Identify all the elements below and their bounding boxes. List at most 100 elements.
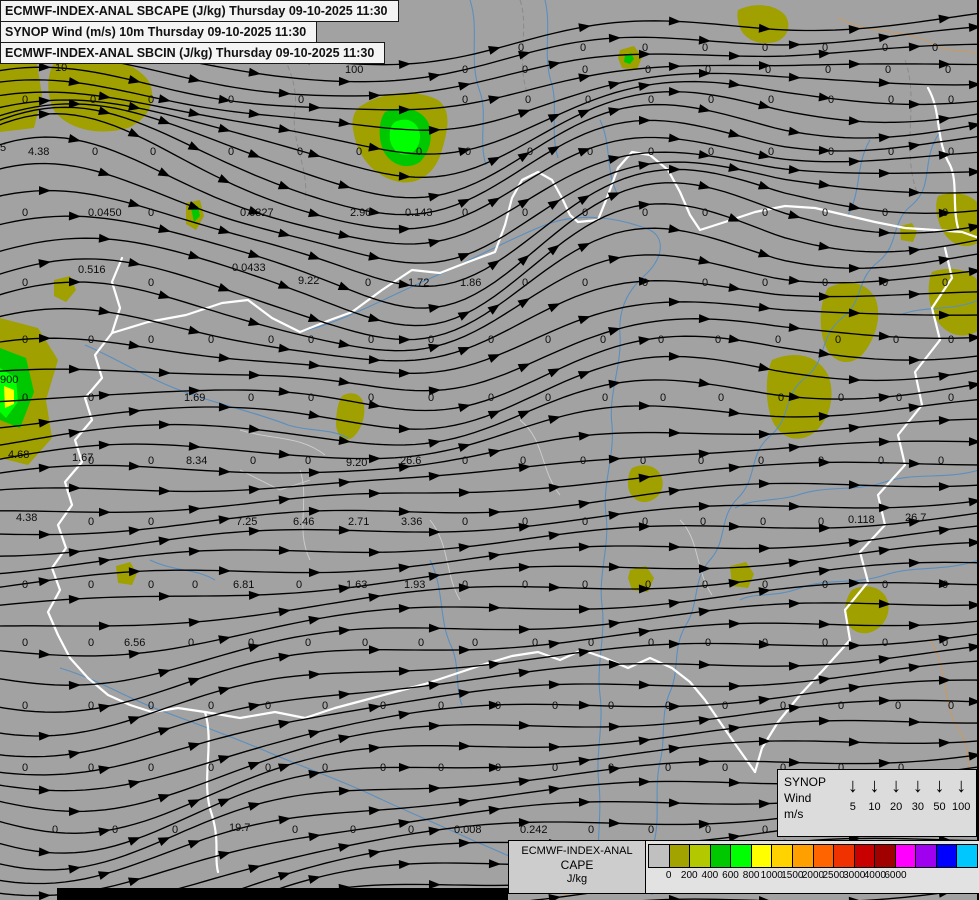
streamline-arrowhead-icon bbox=[68, 806, 81, 816]
streamline-arrowhead-icon bbox=[578, 73, 591, 83]
streamline-arrowhead-icon bbox=[878, 503, 891, 513]
streamline-arrowhead-icon bbox=[368, 849, 381, 858]
streamline-arrowhead-icon bbox=[758, 479, 771, 489]
weather-map: 4.38 5 10 100 0.0450 0.0327 2.90 0.143 0.516 0.04… bbox=[0, 0, 979, 900]
streamline-arrowhead-icon bbox=[398, 603, 411, 613]
streamline-arrowhead-icon bbox=[158, 94, 171, 104]
streamline-arrowhead-icon bbox=[308, 208, 321, 218]
streamline-arrowhead-icon bbox=[758, 799, 771, 809]
streamline-arrowhead-icon bbox=[398, 60, 411, 69]
streamline-arrowhead-icon bbox=[158, 420, 171, 430]
map-canvas bbox=[0, 0, 979, 900]
cape-color-cell bbox=[916, 845, 937, 867]
streamline-arrowhead-icon bbox=[188, 504, 201, 514]
streamline-arrowhead-icon bbox=[668, 702, 681, 712]
streamline-arrowhead-icon bbox=[547, 303, 561, 313]
streamline-arrowhead-icon bbox=[728, 282, 741, 292]
cape-tick-label: 800 bbox=[742, 870, 760, 881]
streamline-arrowhead-icon bbox=[788, 501, 801, 511]
streamline-arrowhead-icon bbox=[848, 538, 861, 548]
streamline-arrowhead-icon bbox=[758, 61, 771, 71]
streamline-arrowhead-icon bbox=[728, 463, 741, 473]
streamline-arrowhead-icon bbox=[758, 639, 771, 649]
streamline-arrowhead-icon bbox=[698, 255, 711, 265]
wind-arrow-icon: ↓ bbox=[847, 775, 858, 797]
streamline-arrowhead-icon bbox=[518, 562, 531, 572]
streamline-arrowhead-icon bbox=[308, 729, 321, 739]
streamline-arrowhead-icon bbox=[337, 281, 351, 291]
streamline-arrowhead-icon bbox=[38, 731, 51, 741]
streamline-arrowhead-icon bbox=[848, 683, 861, 693]
streamline-arrowhead-icon bbox=[608, 722, 621, 732]
streamline-arrowhead-icon bbox=[98, 621, 111, 631]
streamline-arrowhead-icon bbox=[188, 386, 201, 396]
streamline-arrowhead-icon bbox=[278, 124, 291, 134]
streamline-arrowhead-icon bbox=[457, 347, 471, 356]
streamline-arrowhead-icon bbox=[548, 415, 561, 424]
streamline-arrowhead-icon bbox=[338, 843, 351, 852]
streamline-arrowhead-icon bbox=[338, 786, 351, 796]
streamline-arrowhead-icon bbox=[848, 641, 861, 651]
streamline-arrowhead-icon bbox=[338, 180, 351, 189]
streamline-arrowhead-icon bbox=[68, 211, 81, 221]
streamline-arrowhead-icon bbox=[308, 506, 321, 516]
streamline-arrowhead-icon bbox=[668, 486, 681, 496]
admin-boundary bbox=[904, 59, 919, 196]
streamline-arrowhead-icon bbox=[428, 238, 441, 248]
streamline-arrowhead-icon bbox=[248, 370, 261, 380]
streamline-arrowhead-icon bbox=[278, 228, 291, 238]
streamline-arrowhead-icon bbox=[518, 463, 531, 473]
cape-color-cell bbox=[649, 845, 670, 867]
streamline-arrowhead-icon bbox=[608, 33, 621, 43]
streamline-arrowhead-icon bbox=[278, 719, 291, 729]
streamline-arrowhead-icon bbox=[938, 150, 951, 160]
streamline-arrowhead-icon bbox=[338, 76, 351, 86]
streamline-arrowhead-icon bbox=[277, 180, 291, 190]
streamline-arrowhead-icon bbox=[878, 758, 891, 768]
wind-speed-column: ↓ 100 bbox=[950, 771, 972, 835]
streamline-arrowhead-icon bbox=[608, 454, 621, 464]
streamline-arrowhead-icon bbox=[668, 62, 681, 72]
streamline-arrowhead-icon bbox=[338, 118, 351, 128]
streamline-arrowhead-icon bbox=[518, 625, 531, 635]
cape-legend-units: J/kg bbox=[566, 873, 588, 885]
streamline-arrowhead-icon bbox=[788, 165, 801, 175]
streamline-arrowhead-icon bbox=[98, 306, 111, 316]
streamline-arrowhead-icon bbox=[217, 283, 231, 292]
streamline-arrowhead-icon bbox=[668, 894, 681, 900]
cape-patch bbox=[336, 393, 365, 440]
streamline-arrowhead-icon bbox=[158, 368, 171, 378]
streamline-arrowhead-icon bbox=[428, 386, 441, 396]
streamline-arrowhead-icon bbox=[98, 440, 111, 450]
streamline-arrowhead-icon bbox=[187, 677, 201, 687]
streamline-arrowhead-icon bbox=[217, 798, 231, 808]
streamline-arrowhead-icon bbox=[638, 200, 651, 210]
wind-streamlines-layer bbox=[0, 12, 979, 900]
streamline-arrowhead-icon bbox=[368, 251, 381, 261]
streamline-arrowhead-icon bbox=[458, 543, 471, 553]
streamline bbox=[0, 136, 979, 245]
cape-color-cell bbox=[751, 845, 773, 867]
streamline-arrowhead-icon bbox=[548, 60, 561, 70]
streamline-arrowhead-icon bbox=[188, 74, 201, 83]
title-sbcape: ECMWF-INDEX-ANAL SBCAPE (J/kg) Thursday … bbox=[0, 0, 399, 22]
streamline-arrowhead-icon bbox=[128, 340, 141, 350]
streamline-arrowhead-icon bbox=[728, 334, 741, 344]
title-synop-wind: SYNOP Wind (m/s) 10m Thursday 09-10-2025… bbox=[0, 21, 318, 43]
streamline-arrowhead-icon bbox=[98, 390, 111, 400]
streamline-arrowhead-icon bbox=[758, 429, 771, 439]
streamline-arrowhead-icon bbox=[788, 558, 801, 568]
streamline-arrowhead-icon bbox=[488, 763, 501, 773]
streamline-arrowhead-icon bbox=[518, 522, 531, 532]
streamline-arrowhead-icon bbox=[578, 542, 591, 552]
streamline-arrowhead-icon bbox=[728, 778, 741, 788]
cape-tick-label: 1000 bbox=[760, 870, 783, 881]
streamline-arrowhead-icon bbox=[758, 896, 771, 900]
cape-tick-label: 600 bbox=[722, 870, 739, 881]
streamline-arrowhead-icon bbox=[908, 355, 921, 365]
streamline-arrowhead-icon bbox=[38, 96, 51, 106]
cape-tick-label: 2000 bbox=[801, 870, 825, 881]
cape-color-cell bbox=[731, 845, 752, 867]
streamline-arrowhead-icon bbox=[157, 115, 171, 125]
streamline-arrowhead-icon bbox=[788, 661, 801, 671]
